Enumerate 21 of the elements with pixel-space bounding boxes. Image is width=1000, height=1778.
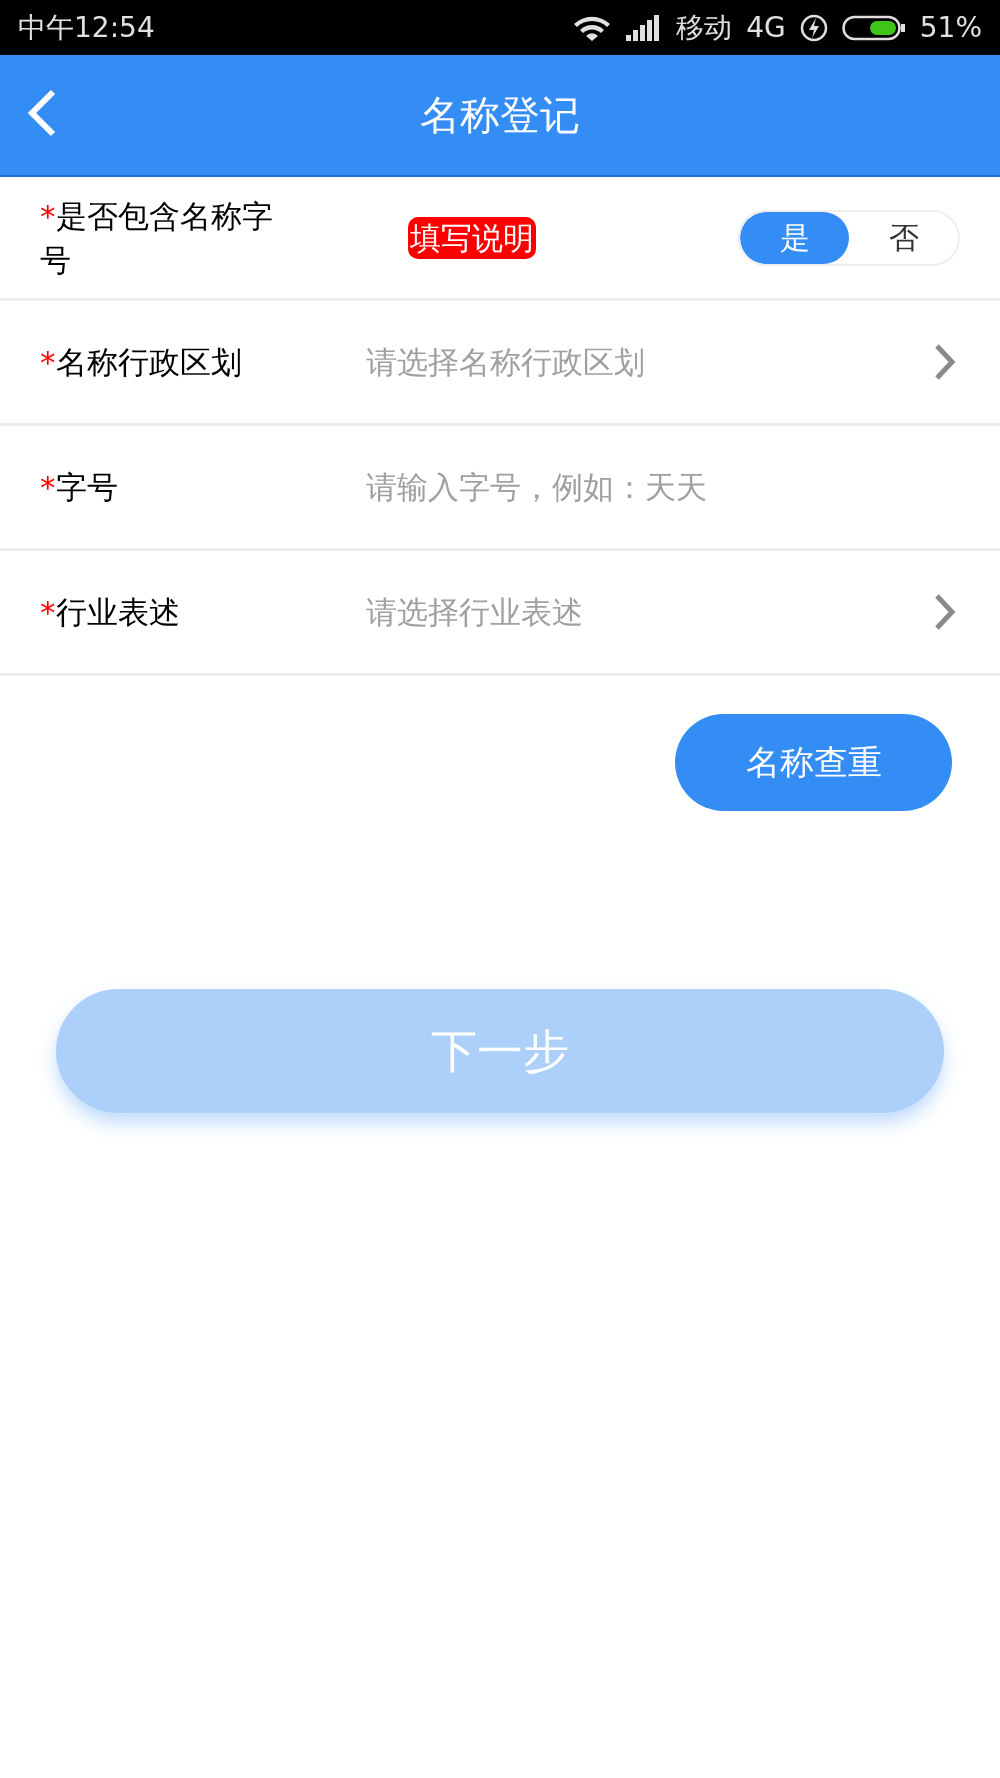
chevron-right-icon bbox=[934, 343, 956, 381]
field-label: *名称行政区划 bbox=[40, 342, 243, 382]
help-badge[interactable]: 填写说明 bbox=[408, 216, 536, 259]
battery-percent: 51% bbox=[919, 9, 982, 46]
page-title: 名称登记 bbox=[420, 91, 580, 140]
select-row[interactable]: *行业表述 请选择行业表述 bbox=[0, 551, 1000, 676]
input-field[interactable]: 请输入字号，例如：天天 bbox=[366, 463, 956, 511]
field-label: *行业表述 bbox=[40, 592, 181, 632]
chevron-right-icon bbox=[934, 593, 956, 631]
network-type: 4G bbox=[746, 9, 786, 46]
select-row[interactable]: *名称行政区划 请选择名称行政区划 bbox=[0, 301, 1000, 426]
input-row[interactable]: *字号 请输入字号，例如：天天 bbox=[0, 426, 1000, 551]
select-placeholder: 请选择名称行政区划 bbox=[366, 342, 646, 382]
status-time: 中午12:54 bbox=[18, 9, 155, 46]
battery-icon bbox=[841, 14, 906, 41]
field-label: *字号 bbox=[40, 467, 119, 507]
select-placeholder: 请选择行业表述 bbox=[366, 592, 584, 632]
back-icon bbox=[27, 89, 57, 137]
charging-icon bbox=[799, 13, 828, 42]
carrier-name: 移动 bbox=[676, 9, 733, 46]
field-label: *是否包含名称字号 bbox=[40, 196, 274, 280]
